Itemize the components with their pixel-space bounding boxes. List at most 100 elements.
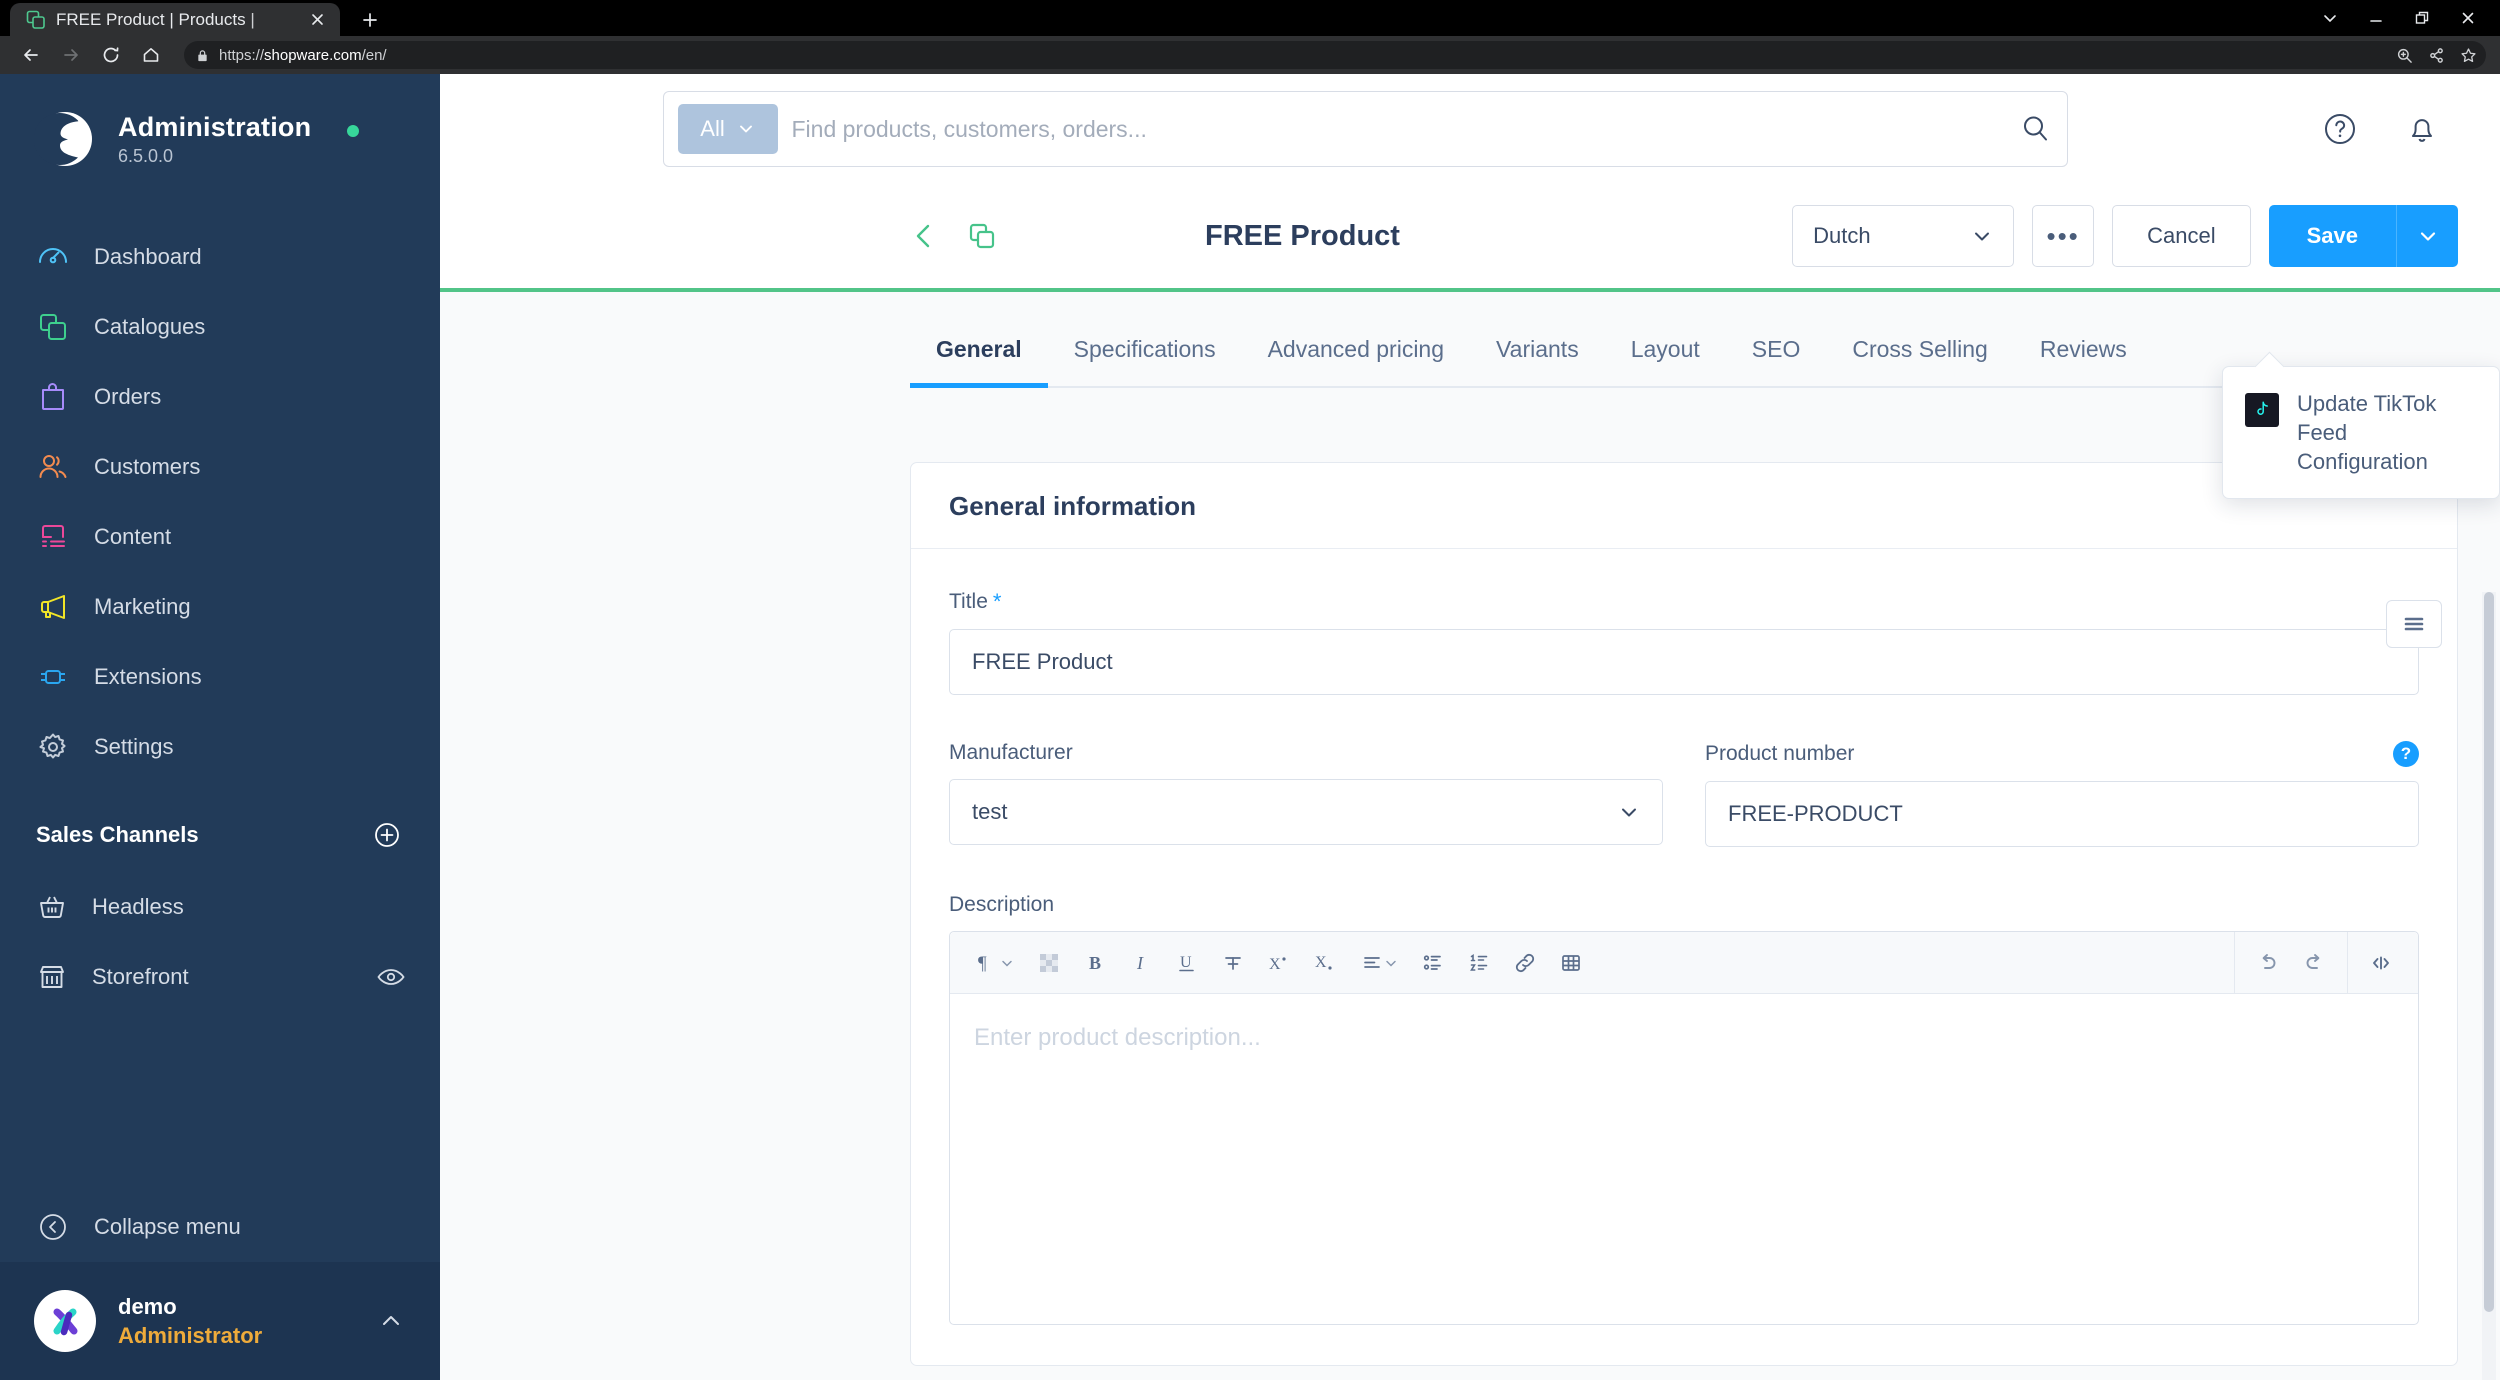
global-search[interactable]: All Find products, customers, orders... bbox=[662, 91, 2068, 167]
eye-icon[interactable] bbox=[376, 962, 406, 992]
chevron-down-icon[interactable] bbox=[2308, 0, 2352, 36]
language-select[interactable]: Dutch bbox=[1792, 205, 2015, 267]
sidebar-channel-label: Storefront bbox=[92, 964, 189, 989]
chevron-left-icon[interactable] bbox=[908, 220, 940, 252]
collapse-menu-button[interactable]: Collapse menu bbox=[36, 1210, 241, 1244]
sidebar-item-marketing[interactable]: Marketing bbox=[0, 572, 440, 642]
context-dropdown-menu: Update TikTok Feed Configuration bbox=[2222, 366, 2500, 500]
content-scrollbar[interactable] bbox=[2482, 592, 2496, 1380]
redo-icon[interactable] bbox=[2291, 940, 2337, 986]
duplicate-icon[interactable] bbox=[966, 220, 998, 252]
search-input[interactable]: Find products, customers, orders... bbox=[792, 116, 2005, 143]
search-icon[interactable] bbox=[2019, 112, 2053, 146]
table-icon[interactable] bbox=[1548, 940, 1594, 986]
save-dropdown-button[interactable] bbox=[2396, 205, 2458, 267]
product-number-input[interactable]: FREE-PRODUCT bbox=[1705, 781, 2419, 847]
manufacturer-select[interactable]: test bbox=[949, 779, 1663, 845]
product-number-field-group: Product number ? FREE-PRODUCT bbox=[1705, 741, 2419, 847]
sidebar-item-orders[interactable]: Orders bbox=[0, 362, 440, 432]
sidebar-item-settings[interactable]: Settings bbox=[0, 712, 440, 782]
sidebar-item-dashboard[interactable]: Dashboard bbox=[0, 222, 440, 292]
card-title: General information bbox=[949, 491, 1197, 521]
help-circle-icon[interactable] bbox=[2320, 109, 2360, 149]
tab-reviews[interactable]: Reviews bbox=[2014, 312, 2153, 386]
reload-icon[interactable] bbox=[94, 38, 128, 72]
tab-general[interactable]: General bbox=[910, 312, 1048, 388]
status-indicator-dot bbox=[347, 125, 360, 137]
bold-icon[interactable]: B bbox=[1072, 940, 1118, 986]
align-icon[interactable] bbox=[1348, 940, 1410, 986]
plus-circle-icon[interactable] bbox=[372, 820, 402, 850]
tab-layout[interactable]: Layout bbox=[1605, 312, 1726, 386]
share-icon[interactable] bbox=[2422, 41, 2450, 69]
tab-seo[interactable]: SEO bbox=[1726, 312, 1827, 386]
back-icon[interactable] bbox=[14, 38, 48, 72]
numbered-list-icon[interactable] bbox=[1456, 940, 1502, 986]
text-color-icon[interactable] bbox=[1026, 940, 1072, 986]
content-area: General Specifications Advanced pricing … bbox=[440, 292, 2500, 1380]
scrollbar-thumb[interactable] bbox=[2484, 592, 2494, 1312]
paragraph-format-icon[interactable]: ¶ bbox=[964, 940, 1026, 986]
context-menu-button[interactable]: ••• bbox=[2032, 205, 2095, 267]
sidebar-item-customers[interactable]: Customers bbox=[0, 432, 440, 502]
star-icon[interactable] bbox=[2454, 41, 2482, 69]
cancel-button[interactable]: Cancel bbox=[2112, 205, 2251, 267]
sidebar-user-name: demo bbox=[118, 1293, 177, 1319]
search-scope-select[interactable]: All bbox=[677, 104, 778, 154]
tab-cross-selling[interactable]: Cross Selling bbox=[1826, 312, 2014, 386]
sidebar-channel-headless[interactable]: Headless bbox=[0, 872, 440, 942]
tab-specifications[interactable]: Specifications bbox=[1048, 312, 1242, 386]
omnibox-actions bbox=[2390, 41, 2482, 69]
save-button-group: Save bbox=[2268, 205, 2458, 267]
underline-icon[interactable]: U bbox=[1164, 940, 1210, 986]
sidebar-item-content[interactable]: Content bbox=[0, 502, 440, 572]
bell-icon[interactable] bbox=[2402, 109, 2442, 149]
context-menu-item-update-tiktok-feed-configuration[interactable]: Update TikTok Feed Configuration bbox=[2223, 381, 2499, 484]
shopware-logo bbox=[34, 108, 96, 170]
chevron-up-icon[interactable] bbox=[376, 1306, 406, 1336]
sidebar-brand[interactable]: Administration 6.5.0.0 bbox=[0, 74, 440, 170]
superscript-icon[interactable]: X bbox=[1256, 940, 1302, 986]
sidebar-item-label: Settings bbox=[94, 734, 174, 759]
chevron-left-circle-icon bbox=[36, 1210, 70, 1244]
customers-icon bbox=[36, 450, 70, 484]
topbar-icons bbox=[2290, 109, 2500, 149]
undo-icon[interactable] bbox=[2245, 940, 2291, 986]
title-input[interactable]: FREE Product bbox=[949, 629, 2419, 695]
list-view-icon[interactable] bbox=[2386, 600, 2442, 648]
new-tab-button[interactable] bbox=[352, 3, 388, 36]
help-tooltip-icon[interactable]: ? bbox=[2393, 741, 2419, 767]
browser-tab-title: FREE Product | Products | bbox=[56, 9, 255, 29]
sidebar-user[interactable]: demo Administrator bbox=[0, 1262, 440, 1380]
save-button[interactable]: Save bbox=[2268, 205, 2396, 267]
description-textarea[interactable]: Enter product description... bbox=[950, 994, 2418, 1324]
home-icon[interactable] bbox=[134, 38, 168, 72]
app-shell: Administration 6.5.0.0 Dashboard Catalog… bbox=[0, 74, 2500, 1380]
tab-advanced-pricing[interactable]: Advanced pricing bbox=[1242, 312, 1470, 386]
app-version: 6.5.0.0 bbox=[118, 145, 174, 166]
avatar bbox=[34, 1290, 96, 1352]
bulleted-list-icon[interactable] bbox=[1410, 940, 1456, 986]
sidebar-item-extensions[interactable]: Extensions bbox=[0, 642, 440, 712]
manufacturer-field-label: Manufacturer bbox=[949, 741, 1073, 764]
zoom-icon[interactable] bbox=[2390, 41, 2418, 69]
catalogues-icon bbox=[36, 310, 70, 344]
close-icon[interactable] bbox=[2446, 0, 2490, 36]
browser-tab[interactable]: FREE Product | Products | bbox=[10, 3, 340, 36]
search-scope-label: All bbox=[700, 116, 725, 141]
code-view-icon[interactable] bbox=[2358, 940, 2404, 986]
svg-text:¶: ¶ bbox=[978, 953, 987, 974]
link-icon[interactable] bbox=[1502, 940, 1548, 986]
restore-icon[interactable] bbox=[2400, 0, 2444, 36]
strikethrough-icon[interactable] bbox=[1210, 940, 1256, 986]
close-icon[interactable] bbox=[304, 7, 330, 33]
sidebar-item-label: Extensions bbox=[94, 664, 202, 689]
tab-variants[interactable]: Variants bbox=[1470, 312, 1605, 386]
minimize-icon[interactable] bbox=[2354, 0, 2398, 36]
address-bar[interactable]: https://shopware.com/en/ bbox=[184, 41, 2486, 69]
sidebar-channel-storefront[interactable]: Storefront bbox=[0, 942, 440, 1012]
italic-icon[interactable]: I bbox=[1118, 940, 1164, 986]
sidebar-item-catalogues[interactable]: Catalogues bbox=[0, 292, 440, 362]
subscript-icon[interactable]: X bbox=[1302, 940, 1348, 986]
svg-text:X: X bbox=[1269, 956, 1281, 973]
